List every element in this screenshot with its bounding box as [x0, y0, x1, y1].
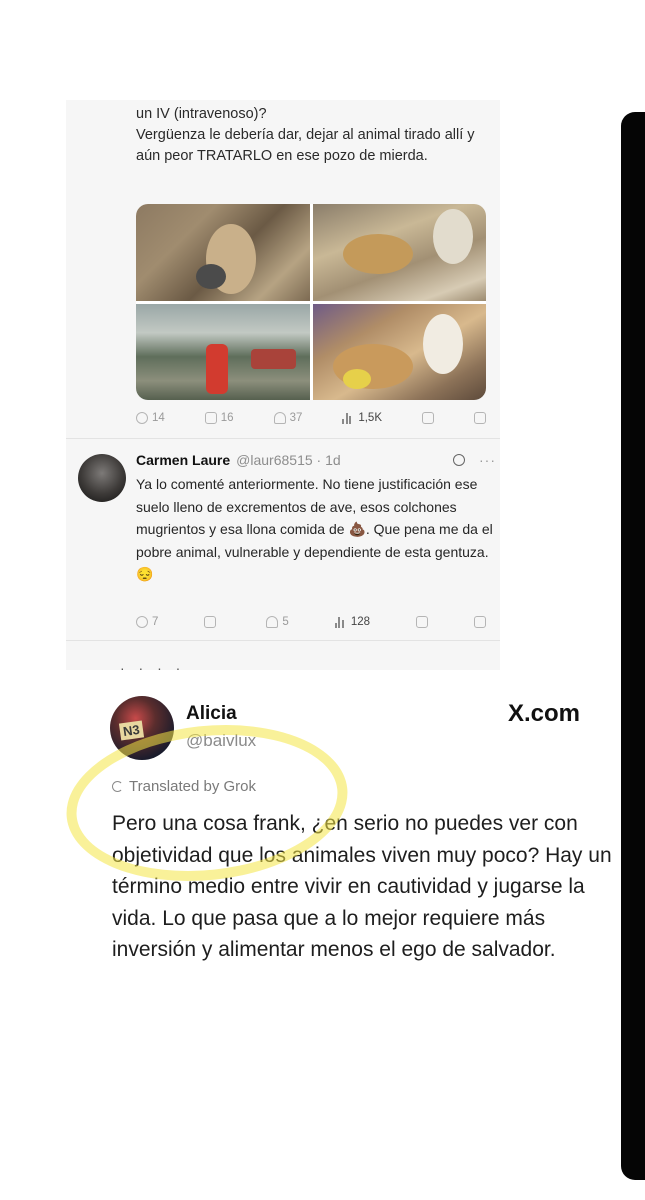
bookmark-icon — [422, 412, 434, 424]
reply-actions: 7 5 128 — [136, 616, 486, 628]
photo-1[interactable] — [136, 204, 310, 301]
bookmark-icon — [416, 616, 428, 628]
share-icon — [473, 412, 486, 424]
reply-action[interactable]: 14 — [136, 412, 165, 424]
tweet-actions: 14 16 37 1,5K — [136, 412, 486, 424]
views-action[interactable]: 1,5K — [342, 412, 382, 424]
repost-icon — [204, 412, 217, 424]
author-handle[interactable]: @baivlux — [186, 731, 256, 751]
share-icon — [474, 616, 486, 628]
photo-grid[interactable] — [136, 204, 486, 400]
heart-icon — [273, 412, 286, 424]
views-action[interactable]: 128 — [334, 616, 370, 628]
more-icon[interactable]: ··· — [479, 452, 496, 468]
divider — [66, 640, 500, 641]
translation-label[interactable]: Translated by Grok — [112, 778, 256, 795]
translation-text: Translated by Grok — [129, 778, 256, 795]
share-action[interactable] — [474, 616, 486, 628]
site-watermark: X.com — [508, 700, 581, 727]
avatar[interactable]: N3 — [110, 696, 174, 760]
refresh-icon — [112, 781, 123, 792]
bookmark-action[interactable] — [422, 412, 434, 424]
tweet-text: un IV (intravenoso)? Vergüenza le deberí… — [136, 106, 475, 164]
avatar[interactable] — [78, 454, 126, 502]
repost-action[interactable]: 16 — [204, 412, 234, 424]
divider — [66, 438, 500, 439]
like-action[interactable]: 37 — [273, 412, 302, 424]
reply-header: Carmen Laure @laur68515 · 1d ··· — [136, 452, 496, 468]
views-icon — [334, 616, 347, 628]
views-icon — [342, 412, 354, 424]
photo-4[interactable] — [312, 303, 486, 400]
heart-icon — [266, 616, 279, 628]
grok-icon[interactable] — [453, 454, 465, 466]
reply-text: Ya lo comenté anteriormente. No tiene ju… — [136, 476, 493, 582]
repost-icon — [204, 616, 217, 628]
author-name[interactable]: Alicia — [186, 703, 237, 725]
reply-icon — [136, 616, 148, 628]
embedded-screenshot: un IV (intravenoso)? Vergüenza le deberí… — [66, 100, 500, 676]
avatar-tag: N3 — [118, 720, 144, 741]
reply-author-handle[interactable]: @laur68515 · 1d — [236, 452, 341, 468]
repost-action[interactable] — [204, 616, 220, 628]
reply-author-name[interactable]: Carmen Laure — [136, 452, 230, 468]
reply-action[interactable]: 7 — [136, 616, 158, 628]
photo-2[interactable] — [312, 204, 486, 301]
post-text: Pero una cosa frank, ¿en serio no puedes… — [112, 812, 612, 961]
photo-3[interactable] — [136, 303, 310, 400]
reply-icon — [136, 412, 148, 424]
device-edge-bar — [621, 112, 645, 1180]
bookmark-action[interactable] — [416, 616, 428, 628]
share-action[interactable] — [473, 412, 486, 424]
like-action[interactable]: 5 — [266, 616, 289, 628]
separator-dots: · · · · — [120, 660, 186, 676]
